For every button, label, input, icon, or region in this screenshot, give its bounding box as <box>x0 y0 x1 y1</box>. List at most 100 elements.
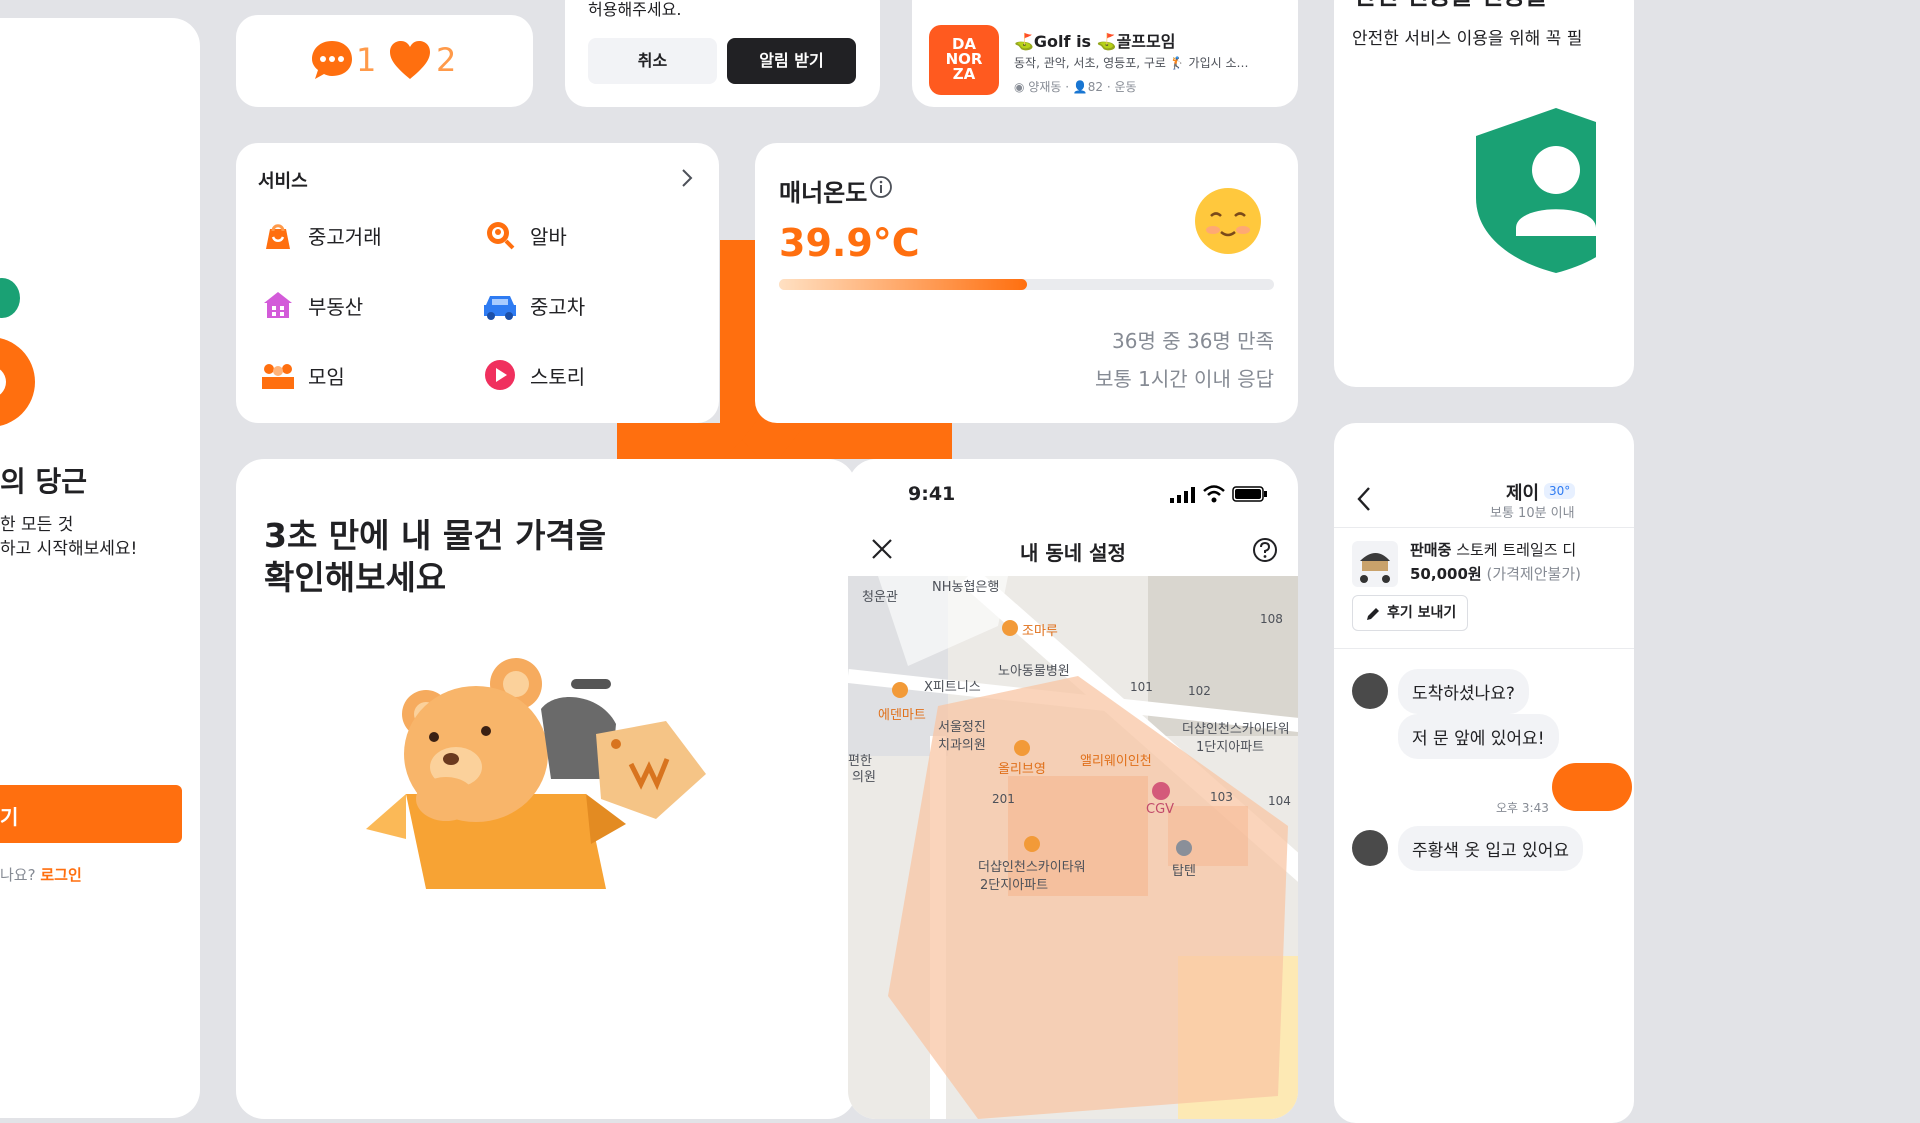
chat-bubble-icon <box>310 39 354 85</box>
manner-title: 매너온도 <box>779 179 868 207</box>
permission-text: 허용해주세요. <box>588 0 682 19</box>
house-icon <box>264 292 292 318</box>
service-label: 알바 <box>530 225 567 249</box>
map-label: 102 <box>1188 684 1211 698</box>
back-icon[interactable] <box>1356 485 1372 517</box>
login-card: 의 당근 한 모든 것 하고 시작해보세요! 기 나요? 로그인 <box>0 18 200 1118</box>
product-name: 스토케 트레일즈 디 <box>1456 541 1577 559</box>
manner-response: 보통 1시간 이내 응답 <box>1095 367 1274 391</box>
service-label: 중고차 <box>530 295 586 319</box>
chevron-right-icon[interactable] <box>680 167 694 193</box>
product-price: 50,000원 <box>1410 565 1482 583</box>
message-bubble: 주황색 옷 입고 있어요 <box>1398 826 1583 871</box>
map-view[interactable]: 청운관 NH농협은행 조마루 노아동물병원 108 X피트니스 에덴마트 서울정… <box>848 576 1298 1119</box>
map-label: 101 <box>1130 680 1153 694</box>
service-item-car[interactable]: 중고차 <box>482 287 682 323</box>
map-label: X피트니스 <box>924 680 981 695</box>
map-label: 올리브영 <box>998 762 1046 777</box>
services-card: 서비스 중고거래 알바 부동산 중고차 모임 스토리 <box>236 143 719 423</box>
review-button-label: 후기 보내기 <box>1387 605 1457 621</box>
chat-count: 1 <box>356 41 377 79</box>
map-pin-icon <box>1002 620 1018 636</box>
map-label: 의원 <box>852 770 876 785</box>
message-bubble: 저 문 앞에 있어요! <box>1398 714 1559 759</box>
login-title: 의 당근 <box>0 465 88 498</box>
login-link[interactable]: 로그인 <box>40 866 81 884</box>
help-icon[interactable] <box>1252 537 1278 567</box>
like-count: 2 <box>436 41 457 79</box>
manner-progress-fill <box>779 279 1027 290</box>
message-bubble: 도착하셨나요? <box>1398 669 1529 714</box>
avatar[interactable] <box>1352 673 1388 709</box>
service-item-job[interactable]: 알바 <box>482 217 682 253</box>
map-label: 2단지아파트 <box>980 878 1049 893</box>
carrot-logo-icon <box>0 278 40 448</box>
price-title-1: 3초 만에 내 물건 가격을 <box>264 516 607 555</box>
car-icon <box>484 296 516 320</box>
cancel-button-label: 취소 <box>637 51 668 70</box>
product-thumbnail <box>1352 541 1398 587</box>
map-pin-icon <box>1024 836 1040 852</box>
confirm-button-label: 알림 받기 <box>759 51 824 70</box>
play-icon <box>485 360 515 390</box>
map-label: 탑텐 <box>1172 864 1196 879</box>
service-item-realestate[interactable]: 부동산 <box>260 287 460 323</box>
danorza-logo: DA NOR ZA <box>929 25 999 95</box>
map-label: NH농협은행 <box>932 580 1000 595</box>
service-item-group[interactable]: 모임 <box>260 357 460 393</box>
service-label: 모임 <box>308 365 345 389</box>
manner-temperature: 39.9°C <box>779 221 920 265</box>
signal-icon <box>1170 487 1196 507</box>
cancel-button[interactable]: 취소 <box>588 38 717 84</box>
wifi-icon <box>1202 485 1226 507</box>
search-job-icon <box>487 222 515 250</box>
start-button[interactable]: 기 <box>0 785 182 843</box>
service-item-used-trade[interactable]: 중고거래 <box>260 217 460 253</box>
group-title: ⛳Golf is ⛳골프모임 <box>1014 32 1176 51</box>
group-subtitle: 동작, 관악, 서초, 영등포, 구로 🏌 가입시 소… <box>1014 56 1249 70</box>
shopping-bag-icon <box>266 224 290 249</box>
map-label: 에덴마트 <box>878 708 926 723</box>
logo-line: ZA <box>952 65 976 83</box>
heart-icon <box>388 39 432 85</box>
price-title-2: 확인해보세요 <box>264 558 447 597</box>
map-background <box>848 576 1298 1119</box>
safety-title: 안전 인증을 인증을 <box>1354 0 1547 11</box>
map-label: 103 <box>1210 790 1233 804</box>
service-label: 중고거래 <box>308 225 382 249</box>
info-icon[interactable] <box>869 175 893 203</box>
map-label: 청운관 <box>862 590 898 605</box>
map-label: 더샵인천스카이타워 <box>1182 722 1290 737</box>
map-label: 201 <box>992 792 1015 806</box>
message-time: 오후 3:43 <box>1496 801 1549 815</box>
login-question: 나요? 로그인 <box>0 864 82 885</box>
map-label: 108 <box>1260 612 1283 626</box>
reaction-counts-card: 1 2 <box>236 15 533 107</box>
start-button-label: 기 <box>0 805 19 829</box>
review-button[interactable]: 후기 보내기 <box>1352 595 1468 631</box>
group-icon <box>262 364 294 389</box>
map-label: 1단지아파트 <box>1196 740 1265 755</box>
map-label: 노아동물병원 <box>998 664 1070 679</box>
shield-user-icon <box>1476 108 1634 282</box>
product-title-row[interactable]: 판매중 스토케 트레일즈 디 <box>1410 539 1576 560</box>
map-pin-icon <box>892 682 908 698</box>
my-message-bubble <box>1552 763 1632 811</box>
confirm-button[interactable]: 알림 받기 <box>727 38 856 84</box>
map-label: 조마루 <box>1022 624 1058 639</box>
map-label: 서울정진 <box>938 720 986 735</box>
chat-card: 제이 30° 보통 10분 이내 판매중 스토케 트레일즈 디 50,000원 … <box>1334 423 1634 1123</box>
neighborhood-map-card: 9:41 내 동네 설정 청운관 NH농협은행 조마루 노아동물병원 108 X… <box>848 459 1298 1119</box>
manner-temperature-card: 매너온도 39.9°C 36명 중 36명 만족 보통 1시간 이내 응답 <box>755 143 1298 423</box>
response-time: 보통 10분 이내 <box>1490 506 1575 521</box>
map-title: 내 동네 설정 <box>1020 541 1126 565</box>
map-label: 104 <box>1268 794 1291 808</box>
temperature-badge: 30° <box>1544 483 1576 499</box>
group-card[interactable]: DA NOR ZA ⛳Golf is ⛳골프모임 동작, 관악, 서초, 영등포… <box>912 0 1298 107</box>
service-item-story[interactable]: 스토리 <box>482 357 682 393</box>
service-label: 부동산 <box>308 295 364 319</box>
service-label: 스토리 <box>530 365 586 389</box>
product-status: 판매중 <box>1410 541 1452 559</box>
avatar[interactable] <box>1352 830 1388 866</box>
pencil-icon <box>1367 608 1379 620</box>
